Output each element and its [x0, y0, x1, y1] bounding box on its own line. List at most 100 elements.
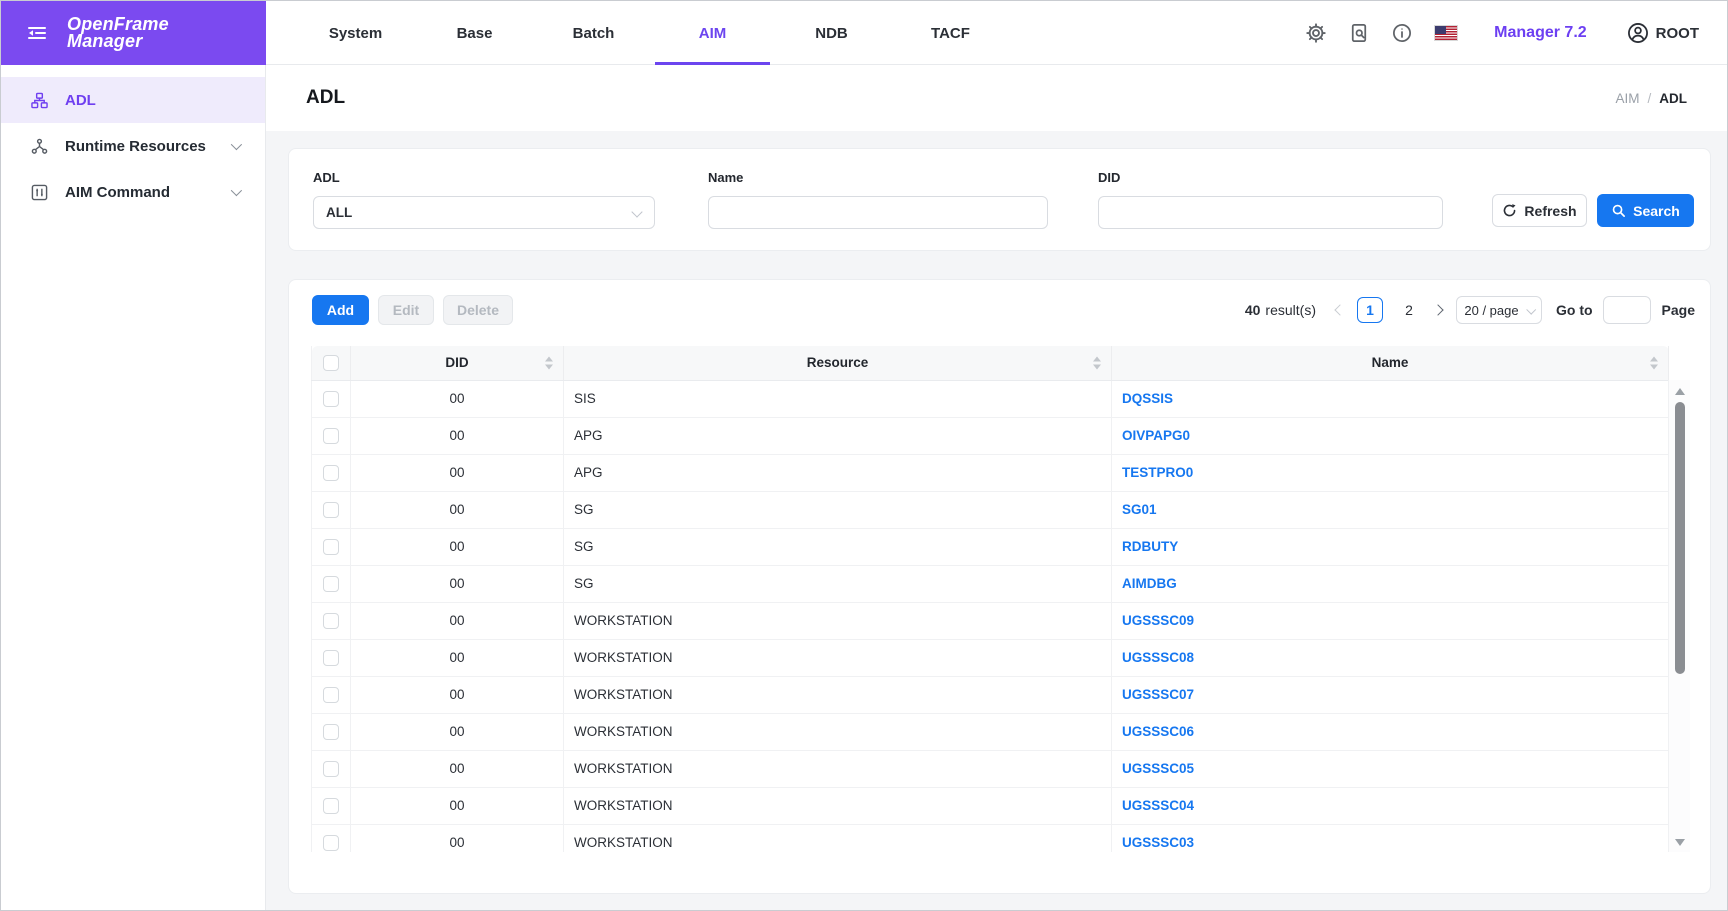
- sidebar-item-runtime-resources[interactable]: Runtime Resources: [1, 123, 265, 169]
- table-row: 00 SG RDBUTY: [312, 528, 1669, 565]
- row-name-link[interactable]: UGSSSC09: [1122, 613, 1194, 628]
- tab-batch[interactable]: Batch: [534, 1, 653, 65]
- name-input[interactable]: [708, 196, 1048, 229]
- tab-aim[interactable]: AIM: [653, 1, 772, 65]
- edit-button[interactable]: Edit: [378, 295, 434, 325]
- table-row: 00 WORKSTATION UGSSSC08: [312, 639, 1669, 676]
- next-page-icon[interactable]: [1432, 304, 1443, 315]
- info-icon[interactable]: [1391, 22, 1413, 44]
- row-checkbox[interactable]: [323, 391, 339, 407]
- row-checkbox[interactable]: [323, 465, 339, 481]
- sidebar-item-aim-command[interactable]: AIM Command: [1, 169, 265, 215]
- row-checkbox[interactable]: [323, 650, 339, 666]
- cell-did: 00: [351, 491, 564, 528]
- row-checkbox[interactable]: [323, 724, 339, 740]
- cell-name: UGSSSC05: [1112, 750, 1669, 787]
- cell-name: UGSSSC07: [1112, 676, 1669, 713]
- table-row: 00 WORKSTATION UGSSSC09: [312, 602, 1669, 639]
- filter-panel: ADL ALL Name DID: [288, 148, 1711, 251]
- collapse-sidebar-icon[interactable]: [25, 21, 49, 45]
- row-checkbox[interactable]: [323, 761, 339, 777]
- table-row: 00 APG OIVPAPG0: [312, 417, 1669, 454]
- breadcrumb-parent[interactable]: AIM: [1615, 91, 1639, 106]
- top-header: OpenFrame Manager System Base Batch AIM …: [1, 1, 1727, 65]
- goto-page-input[interactable]: [1603, 296, 1651, 324]
- search-button[interactable]: Search: [1597, 194, 1694, 227]
- sort-icon[interactable]: [1093, 356, 1101, 369]
- content: ADL ALL Name DID: [266, 131, 1727, 894]
- cell-resource: WORKSTATION: [564, 639, 1112, 676]
- row-checkbox-cell: [312, 676, 351, 713]
- page-size-select[interactable]: 20 / page: [1456, 296, 1542, 324]
- prev-page-icon[interactable]: [1334, 304, 1345, 315]
- column-header-did[interactable]: DID: [351, 346, 564, 380]
- sort-icon[interactable]: [545, 356, 553, 369]
- row-name-link[interactable]: OIVPAPG0: [1122, 428, 1190, 443]
- row-name-link[interactable]: TESTPRO0: [1122, 465, 1193, 480]
- table-toolbar: Add Edit Delete 40 result(s) 1 2 20 / pa…: [289, 280, 1710, 325]
- tab-tacf[interactable]: TACF: [891, 1, 1010, 65]
- page-label: Page: [1662, 302, 1695, 318]
- page-header: ADL AIM / ADL: [266, 65, 1727, 131]
- gear-icon[interactable]: [1305, 22, 1327, 44]
- page-button-1[interactable]: 1: [1357, 297, 1383, 323]
- row-checkbox[interactable]: [323, 502, 339, 518]
- row-checkbox[interactable]: [323, 576, 339, 592]
- row-checkbox[interactable]: [323, 613, 339, 629]
- page-button-2[interactable]: 2: [1396, 297, 1422, 323]
- row-name-link[interactable]: DQSSIS: [1122, 391, 1173, 406]
- row-name-link[interactable]: AIMDBG: [1122, 576, 1177, 591]
- row-checkbox[interactable]: [323, 539, 339, 555]
- row-checkbox[interactable]: [323, 835, 339, 851]
- us-flag-icon[interactable]: [1434, 25, 1458, 41]
- row-name-link[interactable]: UGSSSC04: [1122, 798, 1194, 813]
- header-right: Manager 7.2 ROOT: [1284, 1, 1699, 65]
- page-title: ADL: [306, 87, 345, 109]
- delete-button[interactable]: Delete: [443, 295, 513, 325]
- scroll-down-icon[interactable]: [1675, 839, 1685, 846]
- cell-name: UGSSSC08: [1112, 639, 1669, 676]
- row-checkbox-cell: [312, 528, 351, 565]
- filter-actions: Refresh Search: [1492, 194, 1694, 227]
- version-label[interactable]: Manager 7.2: [1494, 24, 1586, 42]
- row-name-link[interactable]: UGSSSC06: [1122, 724, 1194, 739]
- sort-icon[interactable]: [1650, 356, 1658, 369]
- did-input[interactable]: [1098, 196, 1443, 229]
- tab-system[interactable]: System: [296, 1, 415, 65]
- cell-resource: WORKSTATION: [564, 676, 1112, 713]
- select-all-checkbox[interactable]: [323, 355, 339, 371]
- document-search-icon[interactable]: [1348, 22, 1370, 44]
- row-checkbox[interactable]: [323, 687, 339, 703]
- add-button[interactable]: Add: [312, 295, 369, 325]
- row-checkbox[interactable]: [323, 428, 339, 444]
- refresh-button[interactable]: Refresh: [1492, 194, 1587, 227]
- scroll-up-icon[interactable]: [1675, 388, 1685, 395]
- logo-block: OpenFrame Manager: [1, 1, 266, 65]
- user-menu[interactable]: ROOT: [1627, 22, 1699, 44]
- name-filter-label: Name: [708, 170, 1048, 185]
- row-name-link[interactable]: UGSSSC05: [1122, 761, 1194, 776]
- row-checkbox[interactable]: [323, 798, 339, 814]
- cell-resource: WORKSTATION: [564, 602, 1112, 639]
- row-checkbox-cell: [312, 787, 351, 824]
- adl-select[interactable]: ALL: [313, 196, 655, 229]
- cell-resource: APG: [564, 454, 1112, 491]
- scrollbar-thumb[interactable]: [1675, 402, 1685, 674]
- row-name-link[interactable]: SG01: [1122, 502, 1157, 517]
- cell-resource: WORKSTATION: [564, 824, 1112, 852]
- row-name-link[interactable]: UGSSSC08: [1122, 650, 1194, 665]
- sidebar-item-label: AIM Command: [65, 184, 170, 201]
- column-label: DID: [445, 355, 468, 370]
- sidebar-item-adl[interactable]: ADL: [1, 77, 265, 123]
- sidebar-item-label: ADL: [65, 92, 96, 109]
- tab-ndb[interactable]: NDB: [772, 1, 891, 65]
- row-name-link[interactable]: RDBUTY: [1122, 539, 1178, 554]
- row-name-link[interactable]: UGSSSC07: [1122, 687, 1194, 702]
- tab-base[interactable]: Base: [415, 1, 534, 65]
- column-header-resource[interactable]: Resource: [564, 346, 1112, 380]
- vertical-scrollbar: [1668, 380, 1690, 852]
- cell-did: 00: [351, 750, 564, 787]
- table-row: 00 WORKSTATION UGSSSC05: [312, 750, 1669, 787]
- row-name-link[interactable]: UGSSSC03: [1122, 835, 1194, 850]
- column-header-name[interactable]: Name: [1112, 346, 1669, 380]
